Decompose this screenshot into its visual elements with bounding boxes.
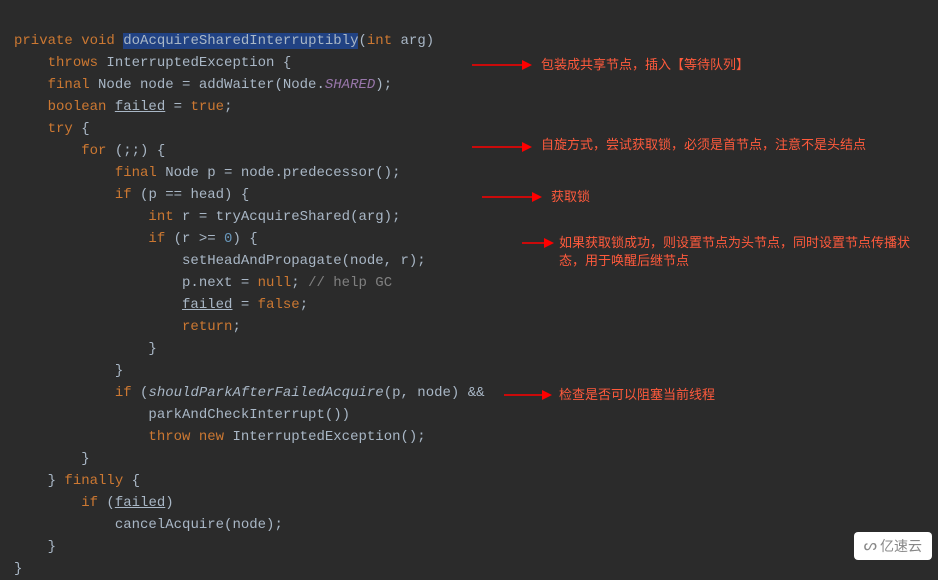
should-park-call: shouldParkAfterFailedAcquire: [148, 385, 383, 401]
semi: ;: [224, 99, 232, 115]
watermark-logo-icon: ᔕ: [864, 535, 876, 557]
brace: {: [123, 473, 140, 489]
kw-return: return: [182, 319, 232, 335]
kw-throw: throw: [148, 429, 190, 445]
kw-private: private: [14, 33, 73, 49]
semi: ;: [300, 297, 308, 313]
semi: ;: [291, 275, 308, 291]
annotation-wrap-node: 包装成共享节点，插入【等待队列】: [541, 56, 901, 74]
brace: {: [73, 121, 90, 137]
annotation-spin: 自旋方式，尝试获取锁，必须是首节点，注意不是头结点: [541, 136, 901, 154]
kw-if: if: [115, 385, 132, 401]
kw-finally: finally: [64, 473, 123, 489]
annotation-park: 检查是否可以阻塞当前线程: [559, 386, 919, 404]
kw-void: void: [81, 33, 115, 49]
kw-final: final: [48, 77, 90, 93]
kw-if: if: [148, 231, 165, 247]
var-failed: failed: [115, 99, 165, 115]
semi: );: [375, 77, 392, 93]
kw-null: null: [258, 275, 292, 291]
var-failed: failed: [182, 297, 232, 313]
comment-gc: // help GC: [308, 275, 392, 291]
kw-try: try: [48, 121, 73, 137]
set-head-call: setHeadAndPropagate(node, r);: [182, 253, 426, 269]
pred-call: Node p = node.predecessor();: [157, 165, 401, 181]
kw-true: true: [190, 99, 224, 115]
args: (p, node) &&: [384, 385, 485, 401]
kw-false: false: [258, 297, 300, 313]
watermark: ᔕ 亿速云: [854, 532, 932, 560]
eq: =: [165, 99, 190, 115]
if-r: (r >=: [165, 231, 224, 247]
brace-close: }: [14, 561, 22, 577]
semi: ;: [232, 319, 240, 335]
paren: (: [132, 385, 149, 401]
kw-throws: throws: [48, 55, 98, 71]
for-head: (;;) {: [106, 143, 165, 159]
kw-if: if: [115, 187, 132, 203]
kw-if: if: [81, 495, 98, 511]
var-failed: failed: [115, 495, 165, 511]
cancel-call: cancelAcquire(node);: [115, 517, 283, 533]
brace-close: }: [115, 363, 123, 379]
brace-close: }: [48, 473, 65, 489]
paren: ): [165, 495, 173, 511]
try-acquire: r = tryAcquireShared(arg);: [174, 209, 401, 225]
kw-for: for: [81, 143, 106, 159]
method-name[interactable]: doAcquireSharedInterruptibly: [123, 33, 358, 49]
pnext: p.next =: [182, 275, 258, 291]
static-shared: SHARED: [325, 77, 375, 93]
kw-int: int: [367, 33, 392, 49]
if-head: (p == head) {: [132, 187, 250, 203]
brace-close: }: [81, 451, 89, 467]
code-editor: private void doAcquireSharedInterruptibl…: [0, 0, 938, 580]
node-decl: Node node = addWaiter(Node.: [90, 77, 325, 93]
paren: (: [98, 495, 115, 511]
kw-int: int: [148, 209, 173, 225]
brace-close: }: [148, 341, 156, 357]
brace-close: }: [48, 539, 56, 555]
arg: arg): [392, 33, 434, 49]
eq: =: [232, 297, 257, 313]
annotation-set-head: 如果获取锁成功，则设置节点为头节点，同时设置节点传播状态，用于唤醒后继节点: [559, 234, 919, 270]
annotation-acquire-lock: 获取锁: [551, 188, 911, 206]
kw-boolean: boolean: [48, 99, 107, 115]
throw-exc: InterruptedException();: [224, 429, 426, 445]
kw-final: final: [115, 165, 157, 181]
park-check: parkAndCheckInterrupt()): [148, 407, 350, 423]
paren: (: [358, 33, 366, 49]
exc-decl: InterruptedException {: [98, 55, 291, 71]
brace: ) {: [232, 231, 257, 247]
watermark-text: 亿速云: [880, 535, 922, 557]
kw-new: new: [199, 429, 224, 445]
